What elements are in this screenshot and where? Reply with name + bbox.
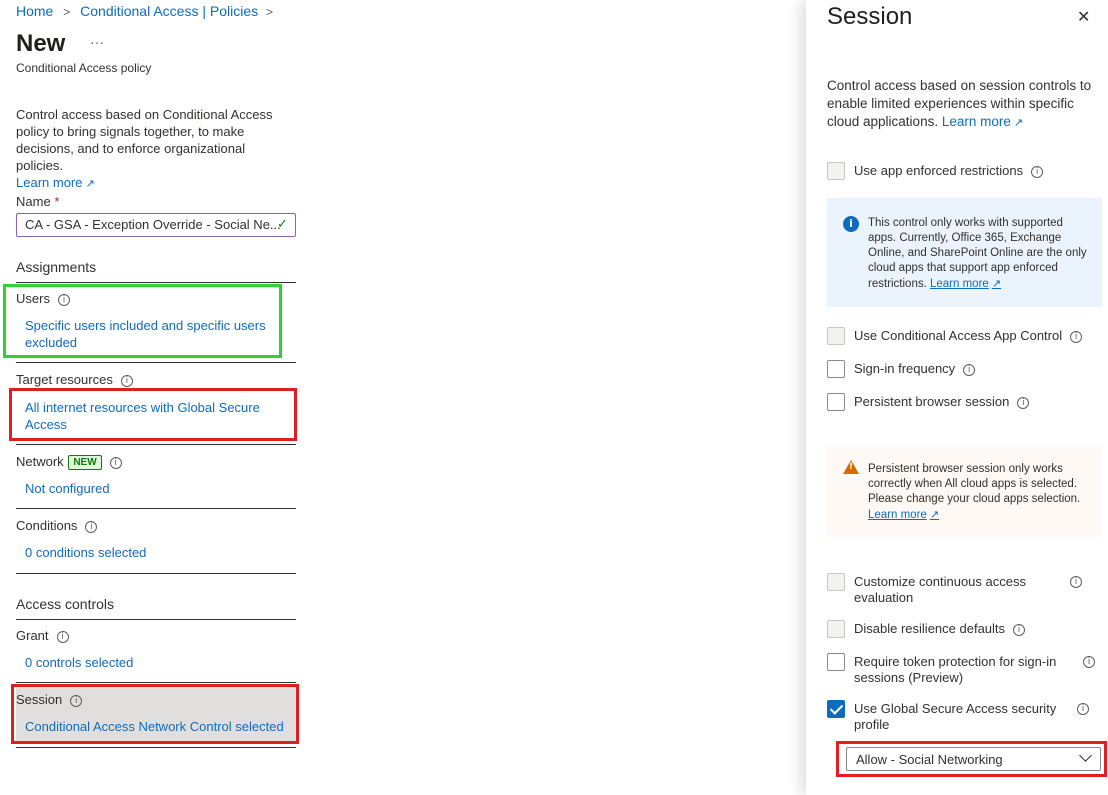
panel-title: Session (827, 3, 913, 30)
divider (16, 282, 296, 283)
persistent-browser-checkbox[interactable] (827, 393, 845, 411)
target-resources-label: Target resources i (16, 372, 133, 387)
info-icon[interactable]: i (1013, 623, 1026, 636)
network-value-link[interactable]: Not configured (25, 480, 110, 497)
divider (16, 444, 296, 445)
info-icon[interactable]: i (1031, 165, 1044, 178)
session-panel: Session ✕ Control access based on sessio… (806, 0, 1108, 795)
cae-checkbox[interactable] (827, 573, 845, 591)
info-icon[interactable]: i (963, 363, 976, 376)
grant-label: Grant i (16, 628, 69, 643)
highlight-box-red (836, 741, 1107, 777)
signin-frequency-label: Sign-in frequency i (854, 361, 976, 377)
external-link-icon: ↗ (85, 177, 95, 190)
new-badge: NEW (68, 455, 102, 471)
app-enforced-label: Use app enforced restrictions i (854, 163, 1044, 179)
name-input-value: CA - GSA - Exception Override - Social N… (25, 217, 281, 232)
info-icon[interactable]: i (1077, 703, 1089, 715)
persistent-browser-label: Persistent browser session i (854, 394, 1030, 410)
required-asterisk: * (54, 194, 60, 209)
divider (16, 682, 296, 683)
divider (16, 573, 296, 574)
token-protection-checkbox[interactable] (827, 653, 845, 671)
network-label: Network NEW i (16, 454, 122, 471)
warning-message-text: Persistent browser session only works co… (868, 462, 1093, 523)
panel-description: Control access based on session controls… (827, 78, 1092, 129)
assignments-heading: Assignments (16, 259, 97, 275)
info-icon[interactable]: i (1083, 656, 1095, 668)
chevron-right-icon: > (266, 5, 274, 19)
info-icon[interactable]: i (1070, 330, 1083, 343)
resilience-label: Disable resilience defaults i (854, 621, 1026, 637)
learn-more-link[interactable]: Learn more ↗ (16, 174, 291, 192)
chevron-right-icon: > (63, 5, 71, 19)
divider (16, 362, 296, 363)
intro-description: Control access based on Conditional Acce… (16, 107, 273, 173)
gsa-profile-checkbox[interactable] (827, 700, 845, 718)
access-controls-heading: Access controls (16, 596, 115, 612)
signin-frequency-checkbox[interactable] (827, 360, 845, 378)
info-icon[interactable]: i (56, 630, 69, 643)
resilience-checkbox[interactable] (827, 620, 845, 638)
conditions-label: Conditions i (16, 518, 98, 533)
info-learn-more-link[interactable]: Learn more ↗ (930, 277, 1002, 290)
info-icon[interactable]: i (85, 520, 98, 533)
breadcrumb-policies-link[interactable]: Conditional Access | Policies (80, 3, 258, 19)
page-title: New (16, 30, 66, 57)
panel-learn-more-link[interactable]: Learn more ↗ (942, 114, 1023, 129)
token-protection-label: Require token protection for sign-in ses… (854, 654, 1057, 685)
external-link-icon: ↗ (991, 277, 1002, 290)
ca-app-control-label: Use Conditional Access App Control i (854, 328, 1083, 344)
highlight-box-green (3, 284, 282, 358)
info-icon[interactable]: i (1017, 396, 1030, 409)
info-icon[interactable]: i (1070, 576, 1082, 588)
cae-label: Customize continuous access evaluation (854, 574, 1026, 605)
info-message-text: This control only works with supported a… (868, 217, 1087, 290)
grant-value-link[interactable]: 0 controls selected (25, 654, 133, 671)
divider (16, 619, 296, 620)
warning-learn-more-link[interactable]: Learn more ↗ (868, 507, 1093, 523)
divider (16, 747, 296, 748)
name-input[interactable]: CA - GSA - Exception Override - Social N… (16, 213, 296, 237)
divider (16, 508, 296, 509)
checkmark-icon: ✓ (277, 217, 288, 232)
app-enforced-checkbox[interactable] (827, 162, 845, 180)
external-link-icon: ↗ (1013, 116, 1024, 129)
breadcrumb: Home > Conditional Access | Policies > (16, 3, 277, 19)
ca-app-control-checkbox[interactable] (827, 327, 845, 345)
highlight-box-red (11, 684, 299, 744)
more-options-button[interactable]: ··· (90, 34, 104, 50)
name-label: Name * (16, 194, 60, 209)
highlight-box-red (9, 388, 297, 441)
info-icon[interactable]: i (120, 374, 133, 387)
intro-text: Control access based on Conditional Acce… (16, 106, 291, 192)
gsa-profile-label: Use Global Secure Access security profil… (854, 701, 1057, 732)
info-icon[interactable]: i (109, 456, 122, 469)
external-link-icon: ↗ (929, 508, 940, 521)
breadcrumb-home-link[interactable]: Home (16, 3, 53, 19)
close-icon[interactable]: ✕ (1077, 7, 1090, 26)
info-circle-icon: i (843, 216, 859, 232)
page-subtitle: Conditional Access policy (16, 61, 152, 75)
warning-exclamation-icon: ! (849, 462, 854, 472)
conditions-value-link[interactable]: 0 conditions selected (25, 544, 146, 561)
